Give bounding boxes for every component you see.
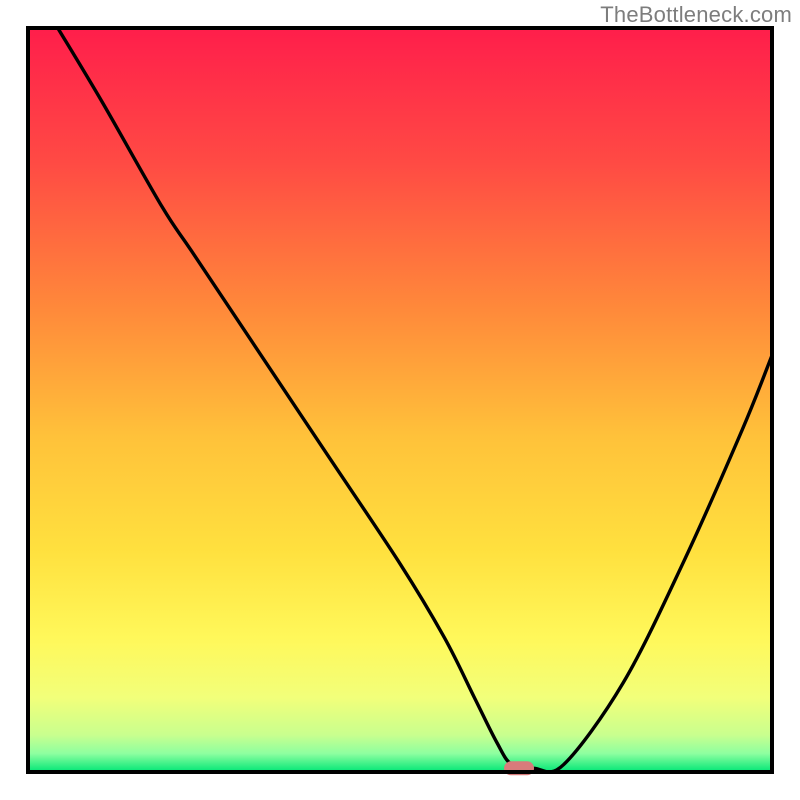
bottleneck-chart: TheBottleneck.com	[0, 0, 800, 800]
gradient-fill	[28, 28, 772, 772]
chart-svg	[0, 0, 800, 800]
watermark-text: TheBottleneck.com	[600, 2, 792, 28]
plot-area	[28, 28, 772, 775]
